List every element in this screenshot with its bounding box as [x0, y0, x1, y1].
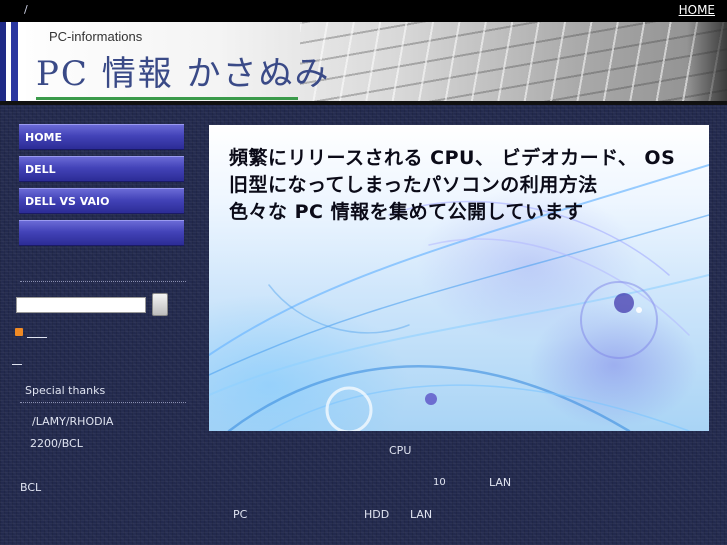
rss-link[interactable] — [27, 337, 47, 338]
site-subtitle: PC-informations — [49, 29, 143, 44]
search-button[interactable] — [152, 293, 168, 316]
banner-line-1: 頻繁にリリースされる CPU、 ビデオカード、 OS — [229, 147, 676, 169]
sidebar-nav: HOME DELL DELL VS VAIO — [19, 124, 184, 252]
header-shadow — [687, 22, 727, 105]
nav-item-home[interactable]: HOME — [19, 124, 184, 150]
site-title[interactable]: PC 情報 かさぬみ — [36, 46, 331, 95]
nav-item-blank[interactable] — [19, 220, 184, 246]
rss-feed-icon[interactable] — [15, 328, 23, 336]
top-bar: / HOME — [0, 0, 727, 22]
main-text-hdd: HDD — [364, 508, 390, 521]
special-thanks-heading: Special thanks — [25, 384, 106, 397]
main-text-10: 10 — [433, 477, 446, 488]
main-text-pc: PC — [233, 508, 248, 521]
banner-line-3: 色々な PC 情報を集めて公開しています — [229, 201, 584, 223]
breadcrumb: / — [24, 3, 28, 16]
keyboard-image — [300, 22, 727, 105]
main-text-cpu: CPU — [389, 444, 412, 457]
thanks-link-bcl[interactable]: 2200/BCL — [30, 437, 83, 450]
site-header: PC-informations PC 情報 かさぬみ — [0, 22, 727, 105]
hero-banner: 頻繁にリリースされる CPU、 ビデオカード、 OS 旧型になってしまったパソコ… — [209, 125, 709, 431]
bcl-label: BCL — [20, 481, 42, 494]
main-text-lan: LAN — [489, 476, 512, 489]
search-input[interactable] — [16, 297, 146, 313]
home-link[interactable]: HOME — [679, 3, 715, 17]
title-underline — [36, 97, 298, 100]
main-text-lan-2: LAN — [410, 508, 433, 521]
nav-item-dell-vs-vaio[interactable]: DELL VS VAIO — [19, 188, 184, 214]
special-thanks-divider — [20, 402, 186, 403]
thanks-link-lamy-rhodia[interactable]: /LAMY/RHODIA — [32, 415, 113, 428]
sidebar-dash — [12, 364, 22, 365]
header-divider — [0, 101, 727, 105]
nav-item-dell[interactable]: DELL — [19, 156, 184, 182]
banner-line-2: 旧型になってしまったパソコンの利用方法 — [229, 174, 598, 196]
sidebar-divider — [20, 281, 186, 282]
header-stripes — [0, 22, 26, 105]
